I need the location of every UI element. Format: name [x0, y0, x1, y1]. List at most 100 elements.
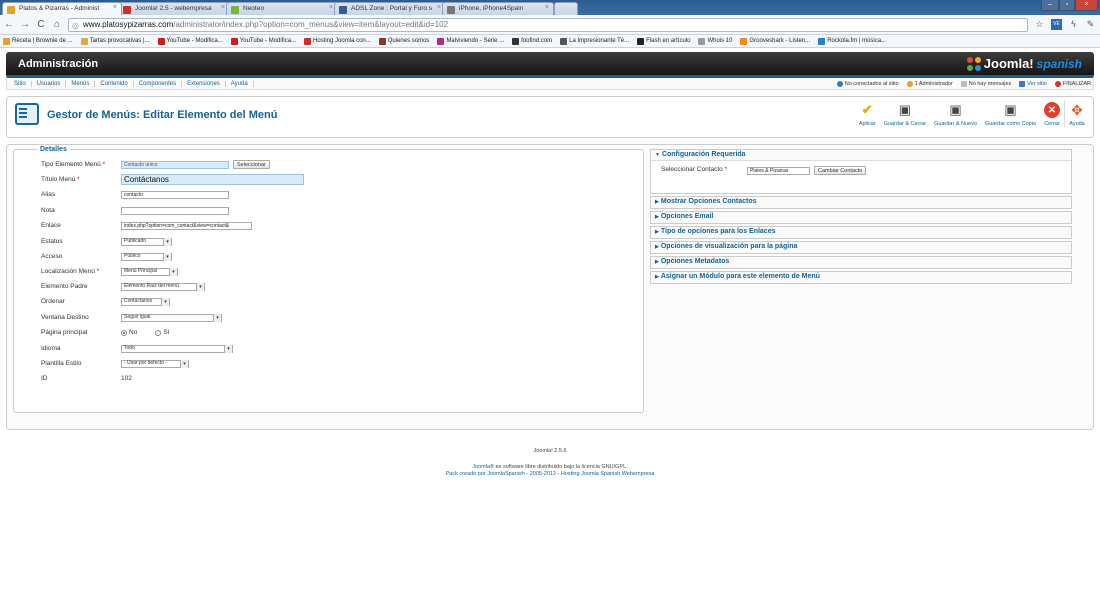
type-label: Tipo Elemento Menú *	[41, 161, 121, 168]
home-icon[interactable]: ⌂	[52, 19, 62, 30]
star-icon[interactable]: ☆	[1034, 19, 1045, 30]
bookmark-item[interactable]: La Impresionante Té...	[560, 37, 629, 45]
browser-tab-neoteo[interactable]: Neoteo ×	[226, 2, 338, 15]
menu-usuarios[interactable]: Usuarios	[32, 80, 67, 87]
link-input[interactable]: index.php?option=com_contact&view=contac…	[121, 221, 252, 230]
details-legend: Detalles	[37, 146, 70, 153]
required-mark: *	[724, 166, 728, 173]
bookmark-item[interactable]: YouTube - Modifica...	[157, 37, 223, 45]
note-input[interactable]	[121, 206, 229, 215]
bookmark-item[interactable]: YouTube - Modifica...	[230, 37, 297, 45]
access-select[interactable]: Público ▾	[121, 252, 172, 261]
panel-contact-options[interactable]: ▶ Mostrar Opciones Contactos	[650, 196, 1072, 209]
parent-select[interactable]: Elemento Raíz del menú ▾	[121, 282, 205, 291]
menu-componentes[interactable]: Componentes	[134, 80, 183, 87]
panel-link-type-options[interactable]: ▶ Tipo de opciones para los Enlaces	[650, 226, 1072, 239]
bookmark-icon	[637, 37, 645, 45]
power-icon	[1054, 80, 1061, 87]
help-lifebuoy-icon: ✥	[1071, 101, 1083, 118]
location-select[interactable]: Menú Principal ▾	[121, 267, 178, 276]
close-window-icon[interactable]: ×	[1075, 0, 1098, 11]
home-yes-radio[interactable]	[155, 329, 162, 336]
panel-email-options[interactable]: ▶ Opciones Email	[650, 211, 1072, 224]
bookmark-item[interactable]: Receta | Brownie de ...	[3, 37, 73, 45]
menu-contenido[interactable]: Contenido	[95, 80, 134, 87]
bookmark-item[interactable]: Whois 10	[698, 37, 732, 45]
status-visitors: No conectados al sitio	[836, 80, 899, 87]
bookmark-icon	[698, 37, 706, 45]
type-input[interactable]: Contacto único	[121, 160, 229, 169]
extension-icon[interactable]: VE	[1051, 19, 1062, 30]
save-new-button[interactable]: ▣ Guardar & Nuevo	[930, 100, 981, 127]
field-parent: Elemento Padre Elemento Raíz del menú ▾	[41, 281, 621, 292]
joomla-logo: Joomla! spanish	[966, 56, 1082, 71]
bookmark-item[interactable]: Malviviendo - Serie ...	[437, 37, 504, 45]
joomla-link[interactable]: Joomla®	[472, 464, 494, 470]
browser-tab-iphone[interactable]: iPhone, iPhone4Spain ×	[442, 2, 554, 15]
close-tab-icon[interactable]: ×	[545, 4, 549, 11]
wrench-icon[interactable]: ✎	[1085, 19, 1096, 30]
admin-menubar: Sitio Usuarios Menús Contenido Component…	[6, 75, 1094, 90]
favicon-icon	[339, 6, 347, 14]
status-value: Publicado	[124, 238, 146, 244]
bookmark-item[interactable]: Rockola.fm | música...	[818, 37, 886, 45]
browser-tab-platos[interactable]: Platos & Pizarras - Administ ×	[2, 2, 122, 15]
browser-tab-adslzone[interactable]: ADSL Zone : Portal y Foro s ×	[334, 2, 446, 15]
apply-button[interactable]: ✔ Aplicar	[855, 100, 880, 127]
home-no-radio[interactable]	[121, 329, 127, 336]
field-alias: Alias contacto	[41, 189, 621, 200]
save-close-label: Guardar & Cerrar	[883, 121, 927, 127]
close-tab-icon[interactable]: ×	[221, 4, 225, 11]
help-button[interactable]: ✥ Ayuda	[1064, 100, 1089, 127]
view-site-link[interactable]: Ver sitio	[1019, 80, 1047, 87]
close-tab-icon[interactable]: ×	[437, 4, 441, 11]
favicon-icon	[123, 6, 131, 14]
close-tab-icon[interactable]: ×	[329, 4, 333, 11]
bookmark-item[interactable]: Quienes somos	[378, 37, 429, 45]
close-tab-icon[interactable]: ×	[113, 4, 117, 11]
bookmark-item[interactable]: foofind.com	[512, 37, 552, 45]
contact-input[interactable]: Platos & Pizarras	[747, 167, 810, 175]
target-select[interactable]: Seguir igual ▾	[121, 313, 222, 322]
status-select[interactable]: Publicado ▾	[121, 237, 172, 246]
bookmark-item[interactable]: Flash en artículo	[637, 37, 690, 45]
close-button[interactable]: ✕ Cerrar	[1040, 100, 1064, 127]
change-contact-button[interactable]: Cambiar Contacto	[814, 166, 867, 175]
flash-icon[interactable]: ϟ	[1068, 19, 1079, 30]
bookmark-item[interactable]: Grooveshark - Listen...	[740, 37, 810, 45]
maximize-icon[interactable]: ▫	[1059, 0, 1075, 11]
forward-icon[interactable]: →	[20, 19, 30, 30]
url-input[interactable]: ◎ www.platosypizarras.com/administrator/…	[68, 17, 1028, 32]
menu-menus[interactable]: Menús	[66, 80, 96, 87]
panel-module-assignment[interactable]: ▶ Asignar un Módulo para este elemento de…	[650, 271, 1072, 284]
menu-ayuda[interactable]: Ayuda	[226, 80, 254, 87]
order-select[interactable]: Contáctanos ▾	[121, 297, 170, 306]
panel-page-display-options[interactable]: ▶ Opciones de visualización para la págin…	[650, 241, 1072, 254]
panel-metadata-options[interactable]: ▶ Opciones Metadatos	[650, 256, 1072, 269]
required-mark: *	[96, 268, 100, 275]
bookmark-item[interactable]: Hosting Joomla con...	[304, 37, 371, 45]
template-select[interactable]: - Usar por defecto - ▾	[121, 359, 189, 368]
save-copy-button[interactable]: ▣ Guardar como Copia	[981, 100, 1040, 127]
new-tab-button[interactable]	[554, 2, 578, 15]
logout-link[interactable]: FINALIZAR	[1054, 80, 1091, 87]
bookmark-item[interactable]: Tartas provocativas |...	[80, 37, 150, 45]
bookmark-label: YouTube - Modifica...	[239, 38, 297, 44]
browser-tab-joomla[interactable]: Joomla! 2.5 - webempresa ×	[118, 2, 230, 15]
menu-extensiones[interactable]: Extensiones	[182, 80, 226, 87]
required-settings-header[interactable]: ▼ Configuración Requerida	[651, 150, 1071, 161]
select-type-button[interactable]: Seleccionar	[233, 160, 270, 169]
back-icon[interactable]: ←	[4, 19, 14, 30]
language-select[interactable]: Todo ▾	[121, 344, 233, 353]
pack-credit-link[interactable]: Pack creado por JoomlaSpanish - 2005-201…	[0, 471, 1100, 477]
logout-text: FINALIZAR	[1062, 80, 1091, 87]
save-close-button[interactable]: ▣ Guardar & Cerrar	[880, 100, 931, 127]
bookmark-label: Receta | Brownie de ...	[12, 38, 73, 44]
reload-icon[interactable]: C	[36, 19, 46, 30]
browser-tab-strip: Platos & Pizarras - Administ × Joomla! 2…	[0, 0, 1100, 15]
menu-sitio[interactable]: Sitio	[9, 80, 32, 87]
minimize-icon[interactable]: –	[1041, 0, 1059, 11]
title-input[interactable]: Contáctanos	[121, 174, 304, 185]
alias-input[interactable]: contacto	[121, 190, 229, 199]
status-messages[interactable]: No hay mensajes	[960, 80, 1011, 87]
